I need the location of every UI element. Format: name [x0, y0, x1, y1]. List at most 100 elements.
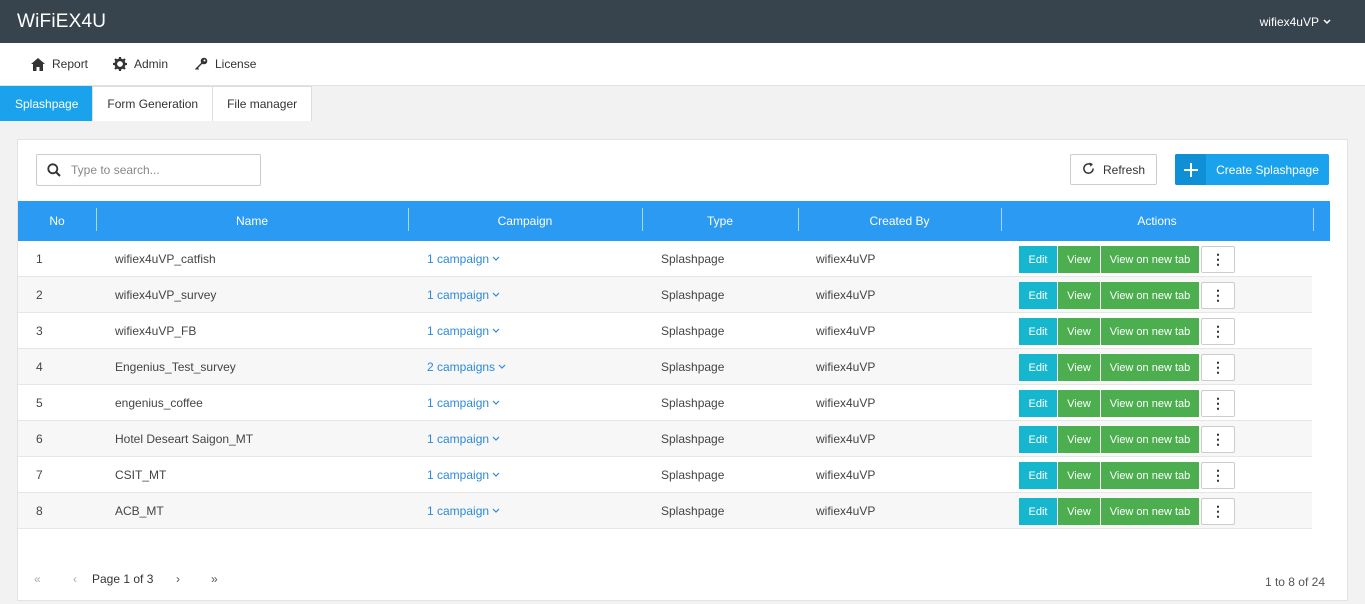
prev-page-button[interactable]: ‹: [73, 572, 92, 586]
row-actions: Edit View View on new tab ⋮: [1019, 354, 1235, 381]
campaign-dropdown[interactable]: 2 campaigns: [427, 349, 506, 385]
cell-name: Engenius_Test_survey: [115, 360, 236, 374]
cell-created-by: wifiex4uVP: [816, 288, 876, 302]
pagination: « ‹ Page 1 of 3 › »: [34, 572, 218, 586]
tab-file-manager[interactable]: File manager: [212, 86, 313, 121]
user-menu[interactable]: wifiex4uVP: [1260, 15, 1331, 29]
cell-type: Splashpage: [661, 252, 725, 266]
view-button[interactable]: View: [1058, 426, 1100, 453]
more-vertical-icon: ⋮: [1211, 431, 1225, 447]
chevron-down-icon: [498, 363, 506, 372]
chevron-down-icon: [492, 435, 500, 444]
more-vertical-icon: ⋮: [1211, 323, 1225, 339]
view-button[interactable]: View: [1058, 498, 1100, 525]
campaign-dropdown[interactable]: 1 campaign: [427, 421, 500, 457]
row-actions: Edit View View on new tab ⋮: [1019, 390, 1235, 417]
more-vertical-icon: ⋮: [1211, 287, 1225, 303]
more-options-button[interactable]: ⋮: [1201, 462, 1235, 489]
more-vertical-icon: ⋮: [1211, 251, 1225, 267]
edit-button[interactable]: Edit: [1019, 354, 1057, 381]
more-options-button[interactable]: ⋮: [1201, 498, 1235, 525]
cell-no: 7: [36, 468, 43, 482]
view-button[interactable]: View: [1058, 318, 1100, 345]
tab-bar: Splashpage Form Generation File manager: [0, 86, 313, 121]
edit-button[interactable]: Edit: [1019, 426, 1057, 453]
view-new-tab-button[interactable]: View on new tab: [1101, 246, 1199, 273]
view-new-tab-button[interactable]: View on new tab: [1101, 318, 1199, 345]
col-campaign[interactable]: Campaign: [408, 201, 642, 241]
col-type[interactable]: Type: [642, 201, 798, 241]
view-new-tab-button[interactable]: View on new tab: [1101, 462, 1199, 489]
plus-icon: [1175, 154, 1206, 185]
row-actions: Edit View View on new tab ⋮: [1019, 282, 1235, 309]
view-button[interactable]: View: [1058, 462, 1100, 489]
view-new-tab-button[interactable]: View on new tab: [1101, 426, 1199, 453]
view-new-tab-button[interactable]: View on new tab: [1101, 282, 1199, 309]
nav-report[interactable]: Report: [31, 57, 88, 71]
cell-created-by: wifiex4uVP: [816, 324, 876, 338]
last-page-button[interactable]: »: [211, 572, 218, 586]
nav-report-label: Report: [52, 57, 89, 71]
campaign-dropdown[interactable]: 1 campaign: [427, 385, 500, 421]
cell-type: Splashpage: [661, 504, 725, 518]
tab-form-generation[interactable]: Form Generation: [92, 86, 214, 121]
search-input[interactable]: [71, 163, 251, 177]
cell-created-by: wifiex4uVP: [816, 360, 876, 374]
campaign-dropdown[interactable]: 1 campaign: [427, 457, 500, 493]
first-page-button[interactable]: «: [34, 572, 73, 586]
more-options-button[interactable]: ⋮: [1201, 354, 1235, 381]
row-actions: Edit View View on new tab ⋮: [1019, 462, 1235, 489]
campaign-dropdown[interactable]: 1 campaign: [427, 493, 500, 529]
view-new-tab-button[interactable]: View on new tab: [1101, 498, 1199, 525]
more-options-button[interactable]: ⋮: [1201, 390, 1235, 417]
create-splashpage-label: Create Splashpage: [1216, 162, 1319, 177]
table-body: 1 wifiex4uVP_catfish 1 campaign Splashpage w…: [18, 241, 1312, 529]
view-new-tab-button[interactable]: View on new tab: [1101, 390, 1199, 417]
more-options-button[interactable]: ⋮: [1201, 246, 1235, 273]
splashpage-panel: Refresh Create Splashpage No Name Campai…: [17, 139, 1348, 601]
result-range: 1 to 8 of 24: [1264, 575, 1325, 589]
app-title: WiFiEX4U: [17, 11, 107, 32]
col-name[interactable]: Name: [96, 201, 408, 241]
more-options-button[interactable]: ⋮: [1201, 426, 1235, 453]
campaign-dropdown[interactable]: 1 campaign: [427, 241, 500, 277]
table-header: No Name Campaign Type Created By Actions: [18, 201, 1347, 241]
campaign-label: 1 campaign: [427, 468, 490, 482]
view-button[interactable]: View: [1058, 354, 1100, 381]
cell-name: ACB_MT: [115, 504, 164, 518]
cell-name: Hotel Deseart Saigon_MT: [115, 432, 254, 446]
tab-splashpage[interactable]: Splashpage: [0, 86, 94, 121]
edit-button[interactable]: Edit: [1019, 246, 1057, 273]
edit-button[interactable]: Edit: [1019, 462, 1057, 489]
col-actions: Actions: [1137, 214, 1177, 228]
chevron-down-icon: [492, 399, 500, 408]
cell-type: Splashpage: [661, 360, 725, 374]
page-indicator: Page 1 of 3: [92, 572, 154, 586]
edit-button[interactable]: Edit: [1019, 498, 1057, 525]
edit-button[interactable]: Edit: [1019, 390, 1057, 417]
chevron-down-icon: [492, 255, 500, 264]
edit-button[interactable]: Edit: [1019, 318, 1057, 345]
view-new-tab-button[interactable]: View on new tab: [1101, 354, 1199, 381]
campaign-dropdown[interactable]: 1 campaign: [427, 277, 500, 313]
nav-admin[interactable]: Admin: [113, 57, 168, 71]
next-page-button[interactable]: ›: [176, 572, 211, 586]
create-splashpage-button[interactable]: Create Splashpage: [1175, 154, 1329, 185]
cell-no: 5: [36, 396, 43, 410]
nav-license[interactable]: License: [194, 57, 256, 71]
more-options-button[interactable]: ⋮: [1201, 318, 1235, 345]
cell-type: Splashpage: [661, 288, 725, 302]
col-created-by[interactable]: Created By: [798, 201, 1001, 241]
view-button[interactable]: View: [1058, 246, 1100, 273]
campaign-dropdown[interactable]: 1 campaign: [427, 313, 500, 349]
view-button[interactable]: View: [1058, 390, 1100, 417]
view-button[interactable]: View: [1058, 282, 1100, 309]
more-options-button[interactable]: ⋮: [1201, 282, 1235, 309]
search-box: [36, 154, 261, 186]
refresh-button[interactable]: Refresh: [1070, 154, 1157, 185]
cell-no: 6: [36, 432, 43, 446]
col-no[interactable]: No: [18, 201, 96, 241]
cell-no: 8: [36, 504, 43, 518]
chevron-down-icon: [492, 507, 500, 516]
edit-button[interactable]: Edit: [1019, 282, 1057, 309]
